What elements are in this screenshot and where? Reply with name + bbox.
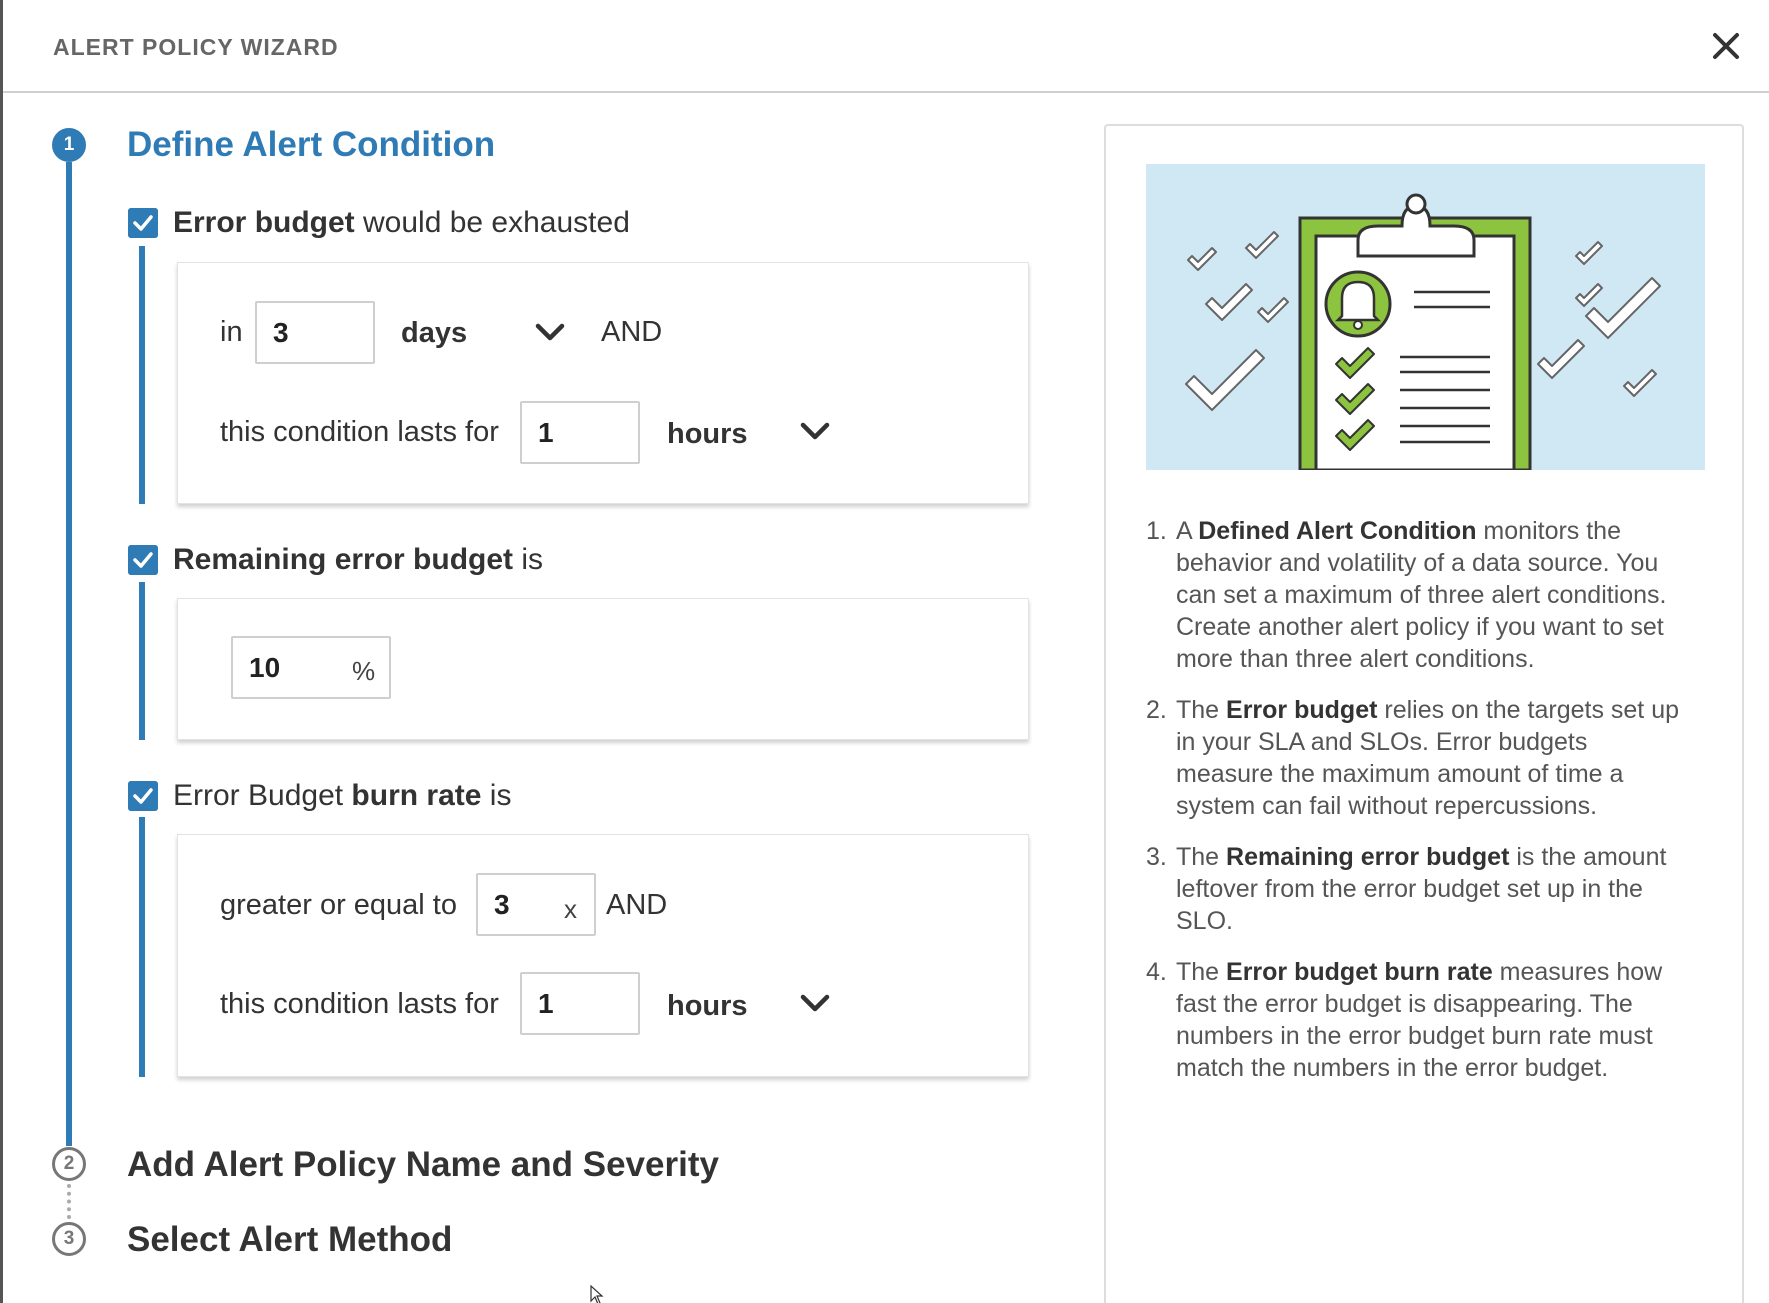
help-list: 1. A Defined Alert Condition monitors the… [1146, 515, 1686, 1103]
help-item: 1. A Defined Alert Condition monitors the… [1146, 517, 1667, 673]
wizard-title: ALERT POLICY WIZARD [53, 34, 339, 60]
greater-or-equal-label: greater or equal to [220, 889, 457, 921]
help-item: 2. The Error budget relies on the targets… [1146, 696, 1679, 820]
burn-rate-hours-input[interactable] [520, 972, 640, 1035]
exhausted-condition-panel [177, 262, 1029, 504]
burn-rate-hours-unit-select[interactable]: hours [667, 990, 748, 1023]
lasts-for-label: this condition lasts for [220, 988, 499, 1020]
step-3-title[interactable]: Select Alert Method [127, 1220, 452, 1260]
and-label: AND [606, 889, 668, 921]
step-3-indicator: 3 [52, 1222, 86, 1256]
exhausted-hours-input[interactable] [520, 401, 640, 464]
remaining-condition-bar [139, 582, 145, 740]
remaining-percent-input[interactable] [231, 636, 391, 699]
chevron-down-icon[interactable] [534, 321, 566, 343]
step-2-indicator: 2 [52, 1147, 86, 1181]
wizard-header: ALERT POLICY WIZARD [3, 0, 1769, 93]
exhausted-hours-unit-select[interactable]: hours [667, 418, 748, 451]
burn-rate-input[interactable] [476, 873, 596, 936]
exhausted-condition-label: Error budget would be exhausted [173, 206, 630, 239]
step-1-title[interactable]: Define Alert Condition [127, 125, 495, 165]
step-1-progress-line [66, 162, 72, 1146]
chevron-down-icon[interactable] [799, 992, 831, 1014]
chevron-down-icon[interactable] [799, 420, 831, 442]
burn-rate-checkbox[interactable] [128, 781, 158, 811]
exhausted-checkbox[interactable] [128, 208, 158, 238]
remaining-checkbox[interactable] [128, 545, 158, 575]
days-input[interactable] [255, 301, 375, 364]
step-connector [67, 1184, 71, 1219]
remaining-condition-label: Remaining error budget is [173, 543, 544, 576]
step-2-title[interactable]: Add Alert Policy Name and Severity [127, 1145, 719, 1185]
step-1-indicator: 1 [52, 128, 86, 162]
burn-rate-condition-panel [177, 834, 1029, 1077]
burn-rate-condition-bar [139, 817, 145, 1077]
exhausted-condition-bar [139, 246, 145, 504]
days-unit-select[interactable]: days [401, 317, 467, 350]
close-icon[interactable] [1704, 24, 1748, 68]
help-item: 3. The Remaining error budget is the amou… [1146, 843, 1667, 935]
and-label: AND [601, 316, 663, 348]
burn-rate-condition-label: Error Budget burn rate is [173, 779, 512, 812]
lasts-for-label: this condition lasts for [220, 416, 499, 448]
help-item: 4. The Error budget burn rate measures ho… [1146, 958, 1663, 1082]
window-edge [0, 0, 3, 1303]
mouse-cursor-icon [590, 1285, 604, 1303]
clipboard-checklist-illustration [1146, 164, 1705, 470]
in-label: in [220, 316, 243, 348]
